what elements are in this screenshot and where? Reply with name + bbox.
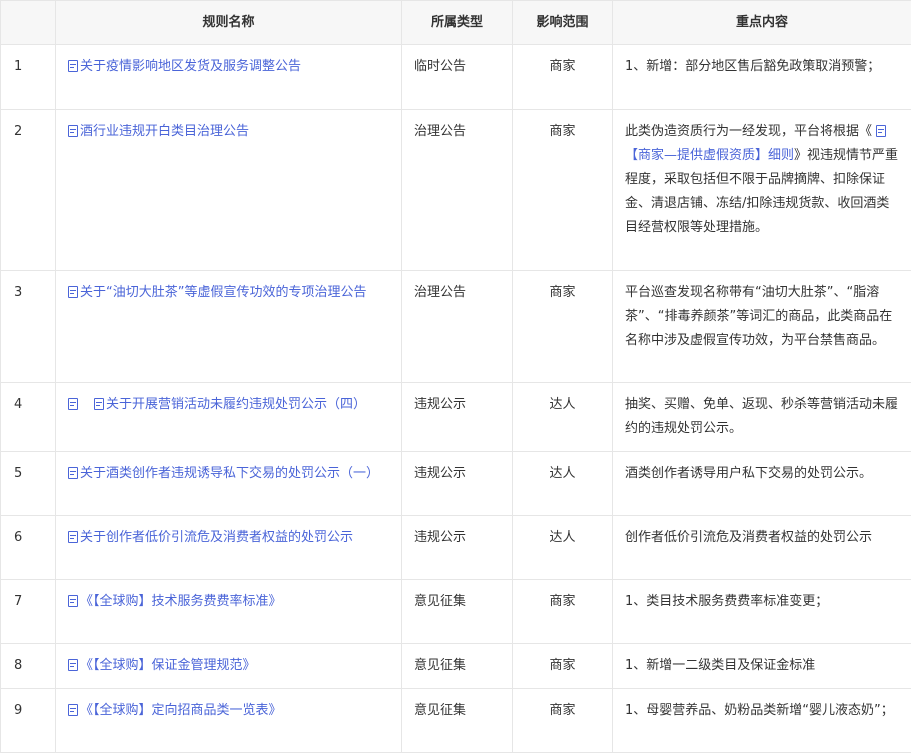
rule-link-text: 关于疫情影响地区发货及服务调整公告 [80,59,301,74]
header-content: 重点内容 [613,1,911,45]
table-row: 5 关于酒类创作者违规诱导私下交易的处罚公示（一） 违规公示 达人 酒类创作者诱… [1,452,911,516]
document-icon [68,595,78,607]
rule-name-cell: 关于“油切大肚茶”等虚假宣传功效的专项治理公告 [56,271,402,383]
row-number: 3 [1,271,56,383]
table-row: 9 《【全球购】定向招商品类一览表》 意见征集 商家 1、母婴营养品、奶粉品类新… [1,689,911,753]
rule-link[interactable]: 酒行业违规开白类目治理公告 [68,124,249,139]
content-cell: 1、母婴营养品、奶粉品类新增“婴儿液态奶”； [613,689,911,753]
content-cell: 创作者低价引流危及消费者权益的处罚公示 [613,516,911,580]
scope-cell: 商家 [513,644,613,689]
rule-link-text: 关于创作者低价引流危及消费者权益的处罚公示 [80,530,353,545]
rule-link[interactable]: 关于创作者低价引流危及消费者权益的处罚公示 [68,530,353,545]
inline-rule-link-text: 【商家—提供虚假资质】细则 [625,148,794,163]
document-icon [94,398,104,410]
scope-cell: 商家 [513,271,613,383]
type-cell: 意见征集 [402,644,513,689]
table-header-row: 规则名称 所属类型 影响范围 重点内容 [1,1,911,45]
content-text: 此类伪造资质行为一经发现，平台将根据《 [625,124,872,139]
rule-name-cell: 《【全球购】技术服务费费率标准》 [56,580,402,644]
rule-link[interactable]: 关于酒类创作者违规诱导私下交易的处罚公示（一） [68,466,379,481]
rule-link-text: 关于开展营销活动未履约违规处罚公示（四） [106,397,366,412]
row-number: 2 [1,110,56,271]
table-row: 6 关于创作者低价引流危及消费者权益的处罚公示 违规公示 达人 创作者低价引流危… [1,516,911,580]
type-cell: 治理公告 [402,110,513,271]
header-type: 所属类型 [402,1,513,45]
rule-link[interactable]: 关于疫情影响地区发货及服务调整公告 [68,59,301,74]
rule-link-text: 关于酒类创作者违规诱导私下交易的处罚公示（一） [80,466,379,481]
table-row: 2 酒行业违规开白类目治理公告 治理公告 商家 此类伪造资质行为一经发现，平台将… [1,110,911,271]
rule-link[interactable]: 关于开展营销活动未履约违规处罚公示（四） [68,397,366,412]
document-icon [68,398,78,410]
rule-link-text: 关于“油切大肚茶”等虚假宣传功效的专项治理公告 [80,285,366,300]
row-number: 1 [1,45,56,110]
row-number: 8 [1,644,56,689]
content-cell: 1、类目技术服务费费率标准变更； [613,580,911,644]
rule-link-text: 《【全球购】保证金管理规范》 [80,658,256,673]
rule-link[interactable]: 《【全球购】技术服务费费率标准》 [68,594,282,609]
header-rule-name: 规则名称 [56,1,402,45]
header-num [1,1,56,45]
table-row: 4 关于开展营销活动未履约违规处罚公示（四） 违规公示 达人 抽奖、买赠、免单、… [1,383,911,452]
rule-link[interactable]: 关于“油切大肚茶”等虚假宣传功效的专项治理公告 [68,285,366,300]
rule-link[interactable]: 《【全球购】保证金管理规范》 [68,658,256,673]
type-cell: 违规公示 [402,383,513,452]
table-row: 3 关于“油切大肚茶”等虚假宣传功效的专项治理公告 治理公告 商家 平台巡查发现… [1,271,911,383]
row-number: 9 [1,689,56,753]
scope-cell: 达人 [513,383,613,452]
document-icon [68,286,78,298]
content-cell: 1、新增：部分地区售后豁免政策取消预警； [613,45,911,110]
rule-link-text: 《【全球购】技术服务费费率标准》 [80,594,282,609]
scope-cell: 达人 [513,516,613,580]
type-cell: 违规公示 [402,516,513,580]
content-cell: 酒类创作者诱导用户私下交易的处罚公示。 [613,452,911,516]
type-cell: 违规公示 [402,452,513,516]
rule-name-cell: 酒行业违规开白类目治理公告 [56,110,402,271]
scope-cell: 达人 [513,452,613,516]
row-number: 7 [1,580,56,644]
content-cell: 抽奖、买赠、免单、返现、秒杀等营销活动未履约的违规处罚公示。 [613,383,911,452]
rule-link-text: 《【全球购】定向招商品类一览表》 [80,703,282,718]
rule-link-text: 酒行业违规开白类目治理公告 [80,124,249,139]
type-cell: 临时公告 [402,45,513,110]
rule-link[interactable]: 《【全球购】定向招商品类一览表》 [68,703,282,718]
type-cell: 治理公告 [402,271,513,383]
document-icon [68,125,78,137]
row-number: 5 [1,452,56,516]
document-icon [68,60,78,72]
document-icon [68,531,78,543]
type-cell: 意见征集 [402,580,513,644]
scope-cell: 商家 [513,45,613,110]
content-cell: 平台巡查发现名称带有“油切大肚茶”、“脂溶茶”、“排毒养颜茶”等词汇的商品，此类… [613,271,911,383]
document-icon [68,659,78,671]
table-row: 7 《【全球购】技术服务费费率标准》 意见征集 商家 1、类目技术服务费费率标准… [1,580,911,644]
rule-name-cell: 关于疫情影响地区发货及服务调整公告 [56,45,402,110]
row-number: 6 [1,516,56,580]
rule-name-cell: 《【全球购】定向招商品类一览表》 [56,689,402,753]
rules-table: 规则名称 所属类型 影响范围 重点内容 1 关于疫情影响地区发货及服务调整公告 … [0,0,911,753]
document-icon [876,125,886,137]
scope-cell: 商家 [513,110,613,271]
rule-name-cell: 关于创作者低价引流危及消费者权益的处罚公示 [56,516,402,580]
rule-name-cell: 关于开展营销活动未履约违规处罚公示（四） [56,383,402,452]
scope-cell: 商家 [513,580,613,644]
content-cell: 1、新增一二级类目及保证金标准 [613,644,911,689]
rule-name-cell: 关于酒类创作者违规诱导私下交易的处罚公示（一） [56,452,402,516]
rule-name-cell: 《【全球购】保证金管理规范》 [56,644,402,689]
type-cell: 意见征集 [402,689,513,753]
table-row: 1 关于疫情影响地区发货及服务调整公告 临时公告 商家 1、新增：部分地区售后豁… [1,45,911,110]
document-icon [68,467,78,479]
scope-cell: 商家 [513,689,613,753]
document-icon [68,704,78,716]
row-number: 4 [1,383,56,452]
header-scope: 影响范围 [513,1,613,45]
table-row: 8 《【全球购】保证金管理规范》 意见征集 商家 1、新增一二级类目及保证金标准 [1,644,911,689]
content-cell: 此类伪造资质行为一经发现，平台将根据《 【商家—提供虚假资质】细则》视违规情节严… [613,110,911,271]
